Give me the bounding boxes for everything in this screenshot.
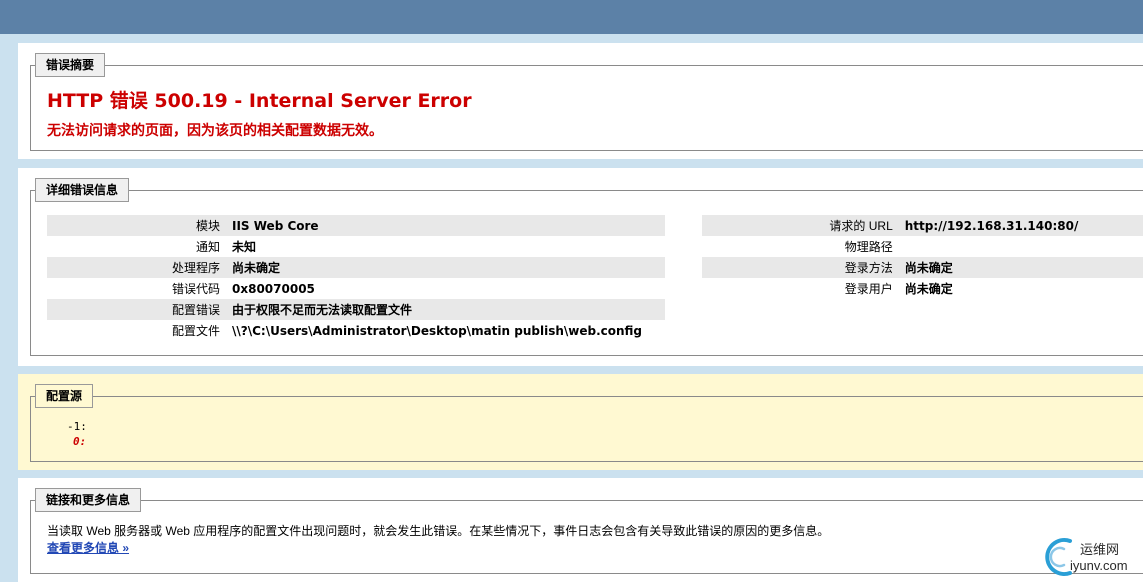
detail-label: 处理程序	[47, 257, 232, 278]
detail-value: 尚未确定	[904, 282, 953, 296]
detail-label: 登录方法	[702, 257, 905, 278]
detail-label: 错误代码	[171, 282, 220, 296]
table-row: 模块 IIS Web Core	[47, 215, 665, 236]
error-title: HTTP 错误 500.19 - Internal Server Error	[47, 90, 472, 112]
error-details-fieldset: 详细错误信息 模块 IIS Web Core 通知 未知 处理程序 尚未确定 错…	[30, 178, 1143, 356]
error-summary-panel: 错误摘要 HTTP 错误 500.19 - Internal Server Er…	[18, 43, 1143, 159]
detail-value: 0x80070005	[232, 281, 315, 296]
table-row: 登录方法 尚未确定	[702, 257, 1143, 278]
error-details-panel: 详细错误信息 模块 IIS Web Core 通知 未知 处理程序 尚未确定 错…	[18, 168, 1143, 366]
table-row: 配置错误 由于权限不足而无法读取配置文件	[47, 299, 665, 320]
table-row: 错误代码 0x80070005	[47, 278, 665, 299]
detail-value: 尚未确定	[232, 257, 665, 278]
detail-value: 尚未确定	[904, 257, 1143, 278]
detail-value: \\?\C:\Users\Administrator\Desktop\matin…	[232, 323, 643, 338]
top-banner	[0, 0, 1143, 34]
links-legend: 链接和更多信息	[35, 488, 142, 512]
details-right-table: 请求的 URL http://192.168.31.140:80/ 物理路径 登…	[702, 215, 1143, 299]
table-row: 通知 未知	[47, 236, 665, 257]
details-left-table: 模块 IIS Web Core 通知 未知 处理程序 尚未确定 错误代码 0x8…	[47, 215, 665, 341]
more-info-link[interactable]: 查看更多信息 »	[47, 539, 129, 556]
detail-value	[905, 236, 1143, 257]
error-details-legend: 详细错误信息	[35, 178, 130, 202]
detail-value: IIS Web Core	[232, 215, 665, 236]
config-source-legend: 配置源	[35, 384, 94, 408]
detail-label: 物理路径	[844, 240, 893, 254]
config-source-panel: 配置源 -1: 0:	[18, 374, 1143, 470]
links-fieldset: 链接和更多信息 当读取 Web 服务器或 Web 应用程序的配置文件出现问题时，…	[30, 488, 1143, 574]
links-panel: 链接和更多信息 当读取 Web 服务器或 Web 应用程序的配置文件出现问题时，…	[18, 478, 1143, 582]
detail-value: http://192.168.31.140:80/	[904, 215, 1143, 236]
site-watermark: 运维网 iyunv.com	[1040, 533, 1143, 582]
detail-label: 模块	[47, 215, 232, 236]
detail-label: 配置文件	[171, 324, 220, 338]
error-summary-fieldset: 错误摘要 HTTP 错误 500.19 - Internal Server Er…	[30, 53, 1143, 151]
error-description: 无法访问请求的页面，因为该页的相关配置数据无效。	[47, 122, 383, 138]
detail-label: 配置错误	[47, 299, 232, 320]
config-source-line-highlighted: 0:	[73, 435, 87, 448]
watermark-domain-text: iyunv.com	[1070, 558, 1128, 573]
table-row: 登录用户 尚未确定	[702, 278, 1143, 299]
table-row: 请求的 URL http://192.168.31.140:80/	[702, 215, 1143, 236]
watermark-chinese-text: 运维网	[1080, 542, 1120, 557]
table-row: 配置文件 \\?\C:\Users\Administrator\Desktop\…	[47, 320, 665, 341]
detail-label: 登录用户	[844, 282, 893, 296]
table-row: 处理程序 尚未确定	[47, 257, 665, 278]
detail-value: 未知	[232, 240, 257, 254]
table-row: 物理路径	[702, 236, 1143, 257]
detail-label: 请求的 URL	[702, 215, 905, 236]
error-summary-legend: 错误摘要	[35, 53, 106, 77]
links-description: 当读取 Web 服务器或 Web 应用程序的配置文件出现问题时，就会发生此错误。…	[47, 524, 830, 538]
config-source-line: -1:	[67, 420, 87, 433]
detail-label: 通知	[195, 240, 220, 254]
config-source-fieldset: 配置源 -1: 0:	[30, 384, 1143, 462]
detail-value: 由于权限不足而无法读取配置文件	[232, 299, 665, 320]
